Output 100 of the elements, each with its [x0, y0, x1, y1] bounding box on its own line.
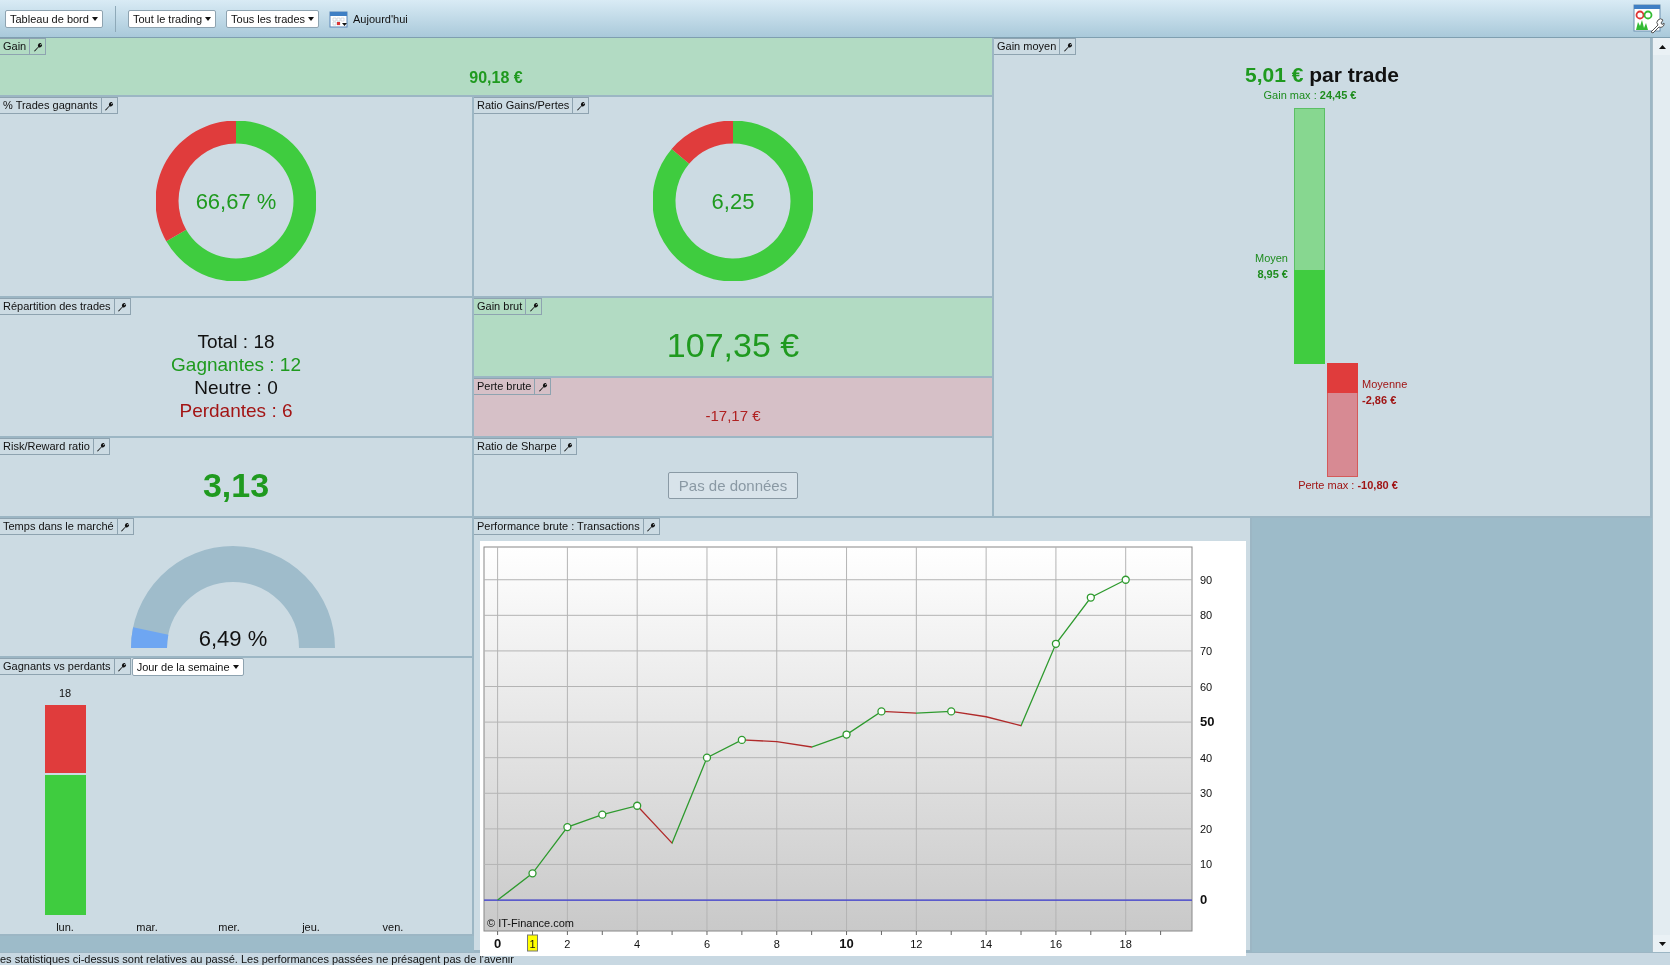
- wrench-icon: [528, 301, 539, 312]
- trade-count: Total : 18: [197, 329, 275, 353]
- x-tick-label: 10: [839, 936, 854, 951]
- gross-loss-value: -17,17 €: [705, 407, 761, 424]
- data-point: [737, 735, 746, 745]
- settings-button[interactable]: [114, 658, 131, 675]
- scroll-down-button[interactable]: [1653, 935, 1670, 952]
- data-point: [947, 707, 956, 716]
- settings-button[interactable]: [535, 378, 552, 395]
- x-tick-label: 14: [980, 938, 993, 950]
- data-point: [1121, 575, 1130, 584]
- caret-icon: [91, 16, 98, 21]
- y-tick-label: 40: [1200, 751, 1213, 764]
- wrench-icon: [104, 100, 115, 111]
- y-tick-label: 80: [1200, 609, 1213, 622]
- gain-value: 90,18 €: [469, 68, 523, 87]
- x-tick-label: 2: [564, 938, 571, 950]
- panel-title: Performance brute : Transactions: [474, 518, 644, 535]
- x-tick-label: 18: [1119, 938, 1132, 950]
- panel-title: Gain brut: [474, 298, 527, 315]
- caret-icon: [232, 664, 239, 669]
- y-tick-label: 30: [1200, 787, 1213, 800]
- data-point: [1086, 593, 1095, 602]
- category-label: ven.: [382, 921, 404, 933]
- panel-title: % Trades gagnants: [0, 97, 102, 114]
- settings-button[interactable]: [30, 38, 47, 55]
- settings-button[interactable]: [93, 438, 110, 455]
- panel-title: Perte brute: [474, 378, 536, 395]
- data-point: [842, 730, 851, 739]
- max-loss-label: Perte max : -10,80 €: [1298, 479, 1398, 491]
- panel-title: Temps dans le marché: [0, 518, 118, 535]
- y-tick-label: 0: [1200, 892, 1208, 908]
- scroll-up-button[interactable]: [1653, 38, 1670, 55]
- x-tick-label: 1: [529, 938, 536, 950]
- wrench-icon: [117, 661, 128, 672]
- average-label: Moyenne: [1362, 378, 1408, 391]
- wrench-icon: [96, 441, 107, 452]
- panel-title: Ratio de Sharpe: [474, 438, 561, 455]
- y-tick-label: 20: [1200, 822, 1213, 835]
- dropdown-button[interactable]: Tableau de bord: [5, 9, 103, 28]
- data-point: [702, 753, 712, 762]
- settings-button[interactable]: [117, 518, 134, 535]
- y-tick-label: 70: [1200, 644, 1213, 657]
- settings-button[interactable]: [643, 518, 660, 535]
- chart-settings-icon[interactable]: [1633, 3, 1665, 34]
- data-point: [528, 869, 537, 878]
- dropdown-button[interactable]: Tout le trading: [127, 9, 216, 28]
- ratio-value: 3,13: [202, 466, 270, 505]
- settings-button[interactable]: [1060, 38, 1077, 55]
- category-label: jeu.: [302, 921, 320, 933]
- no-data-message: Pas de données: [667, 472, 799, 499]
- settings-button[interactable]: [526, 298, 543, 315]
- y-tick-label: 90: [1200, 573, 1213, 586]
- x-tick-label: 16: [1049, 938, 1063, 950]
- y-tick-label: 10: [1200, 858, 1213, 871]
- panel-title: Gagnants vs perdants: [0, 658, 115, 675]
- donut-value: 66,67 %: [195, 189, 277, 214]
- settings-button[interactable]: [101, 97, 118, 114]
- panel-title: Répartition des trades: [0, 298, 115, 315]
- cursor-label: 1: [527, 934, 538, 952]
- chart-credit: © IT-Finance.com: [487, 917, 574, 929]
- gauge-value: 6,49 %: [198, 626, 268, 651]
- wrench-icon: [575, 100, 586, 111]
- wrench-icon: [646, 521, 657, 532]
- data-point: [1051, 639, 1061, 648]
- down-arrow-icon: [1658, 941, 1666, 946]
- donut-value: 6,25: [711, 189, 755, 214]
- category-label: lun.: [56, 921, 74, 933]
- average-loss-value: -2,86 €: [1362, 394, 1397, 407]
- average-gain: 5,01 € par trade: [1243, 62, 1401, 87]
- panel-title: Gain moyen: [994, 38, 1061, 55]
- bar-total: 18: [58, 687, 72, 699]
- calendar-icon: [329, 9, 348, 28]
- wrench-icon: [537, 381, 548, 392]
- x-tick-label: 12: [910, 938, 923, 950]
- up-arrow-icon: [1658, 44, 1666, 49]
- dropdown-button[interactable]: Tous les trades: [226, 9, 319, 28]
- average-gain-value: 8,95 €: [1257, 268, 1288, 281]
- y-tick-label: 50: [1200, 714, 1215, 730]
- caret-icon: [308, 16, 314, 21]
- wrench-icon: [117, 301, 128, 312]
- category-label: mer.: [218, 921, 240, 933]
- data-point: [563, 822, 572, 832]
- wrench-icon: [120, 521, 131, 532]
- category-label: mar.: [136, 921, 158, 933]
- trade-count: Gagnantes : 12: [171, 352, 301, 376]
- date-button[interactable]: Aujourd'hui: [329, 9, 408, 28]
- x-tick-label: 6: [703, 938, 711, 950]
- max-gain-label: Gain max : 24,45 €: [1263, 89, 1357, 101]
- caret-icon: [205, 16, 211, 21]
- wrench-icon: [563, 441, 573, 452]
- x-tick-label: 0: [494, 936, 502, 951]
- settings-button[interactable]: [114, 298, 131, 315]
- average-label: Moyen: [1254, 252, 1288, 265]
- panel-title: Ratio Gains/Pertes: [474, 97, 574, 114]
- x-tick-label: 4: [634, 938, 641, 950]
- settings-button[interactable]: [573, 97, 590, 114]
- trade-count: Perdantes : 6: [179, 398, 293, 422]
- panel-title: Risk/Reward ratio: [0, 438, 94, 455]
- settings-button[interactable]: [560, 438, 577, 455]
